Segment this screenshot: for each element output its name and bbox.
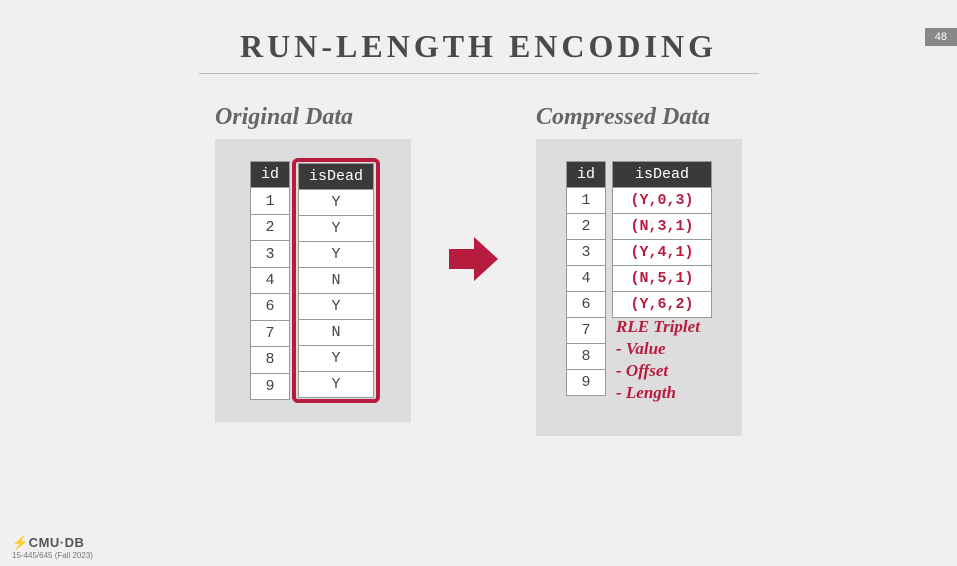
- compressed-isdead-box: isDead (Y,0,3) (N,3,1) (Y,4,1) (N,5,1) (…: [612, 161, 712, 318]
- arrow-container: [446, 104, 501, 414]
- logo-text: ⚡CMU·DB: [12, 535, 93, 551]
- rle-note-title: RLE Triplet: [616, 316, 700, 338]
- original-heading: Original Data: [215, 104, 411, 131]
- cell: Y: [298, 190, 373, 216]
- cell: Y: [298, 346, 373, 372]
- arrow-icon: [446, 234, 501, 284]
- original-section: Original Data id 1 2 3 4 6 7 8 9 isDead: [215, 104, 411, 422]
- cell: 3: [567, 240, 606, 266]
- compressed-heading: Compressed Data: [536, 104, 742, 131]
- cell: N: [298, 268, 373, 294]
- cell: 4: [567, 266, 606, 292]
- rle-note-line: - Length: [616, 382, 700, 404]
- compressed-panel: id 1 2 3 4 6 7 8 9 isDead (Y,0,3) (N,3,1…: [536, 139, 742, 436]
- rle-tuple: (Y,4,1): [613, 240, 712, 266]
- cell: 6: [567, 292, 606, 318]
- logo-subtext: 15-445/645 (Fall 2023): [12, 551, 93, 560]
- cell: N: [298, 320, 373, 346]
- highlighted-column-wrap: isDead Y Y Y N Y N Y Y: [296, 161, 376, 400]
- slide-number: 48: [925, 28, 957, 46]
- cell: 4: [250, 267, 289, 293]
- rle-tuple: (N,3,1): [613, 214, 712, 240]
- compressed-isdead-column: isDead (Y,0,3) (N,3,1) (Y,4,1) (N,5,1) (…: [612, 161, 712, 318]
- cell: 3: [250, 241, 289, 267]
- title-underline: [199, 73, 759, 74]
- rle-tuple: (N,5,1): [613, 266, 712, 292]
- original-isdead-column: isDead Y Y Y N Y N Y Y: [298, 163, 374, 398]
- cell: 2: [250, 214, 289, 240]
- cell: 8: [250, 347, 289, 373]
- footer-logo: ⚡CMU·DB 15-445/645 (Fall 2023): [12, 535, 93, 560]
- cell: 9: [250, 373, 289, 400]
- cell: Y: [298, 294, 373, 320]
- cell: 1: [250, 188, 289, 214]
- cell: 7: [250, 320, 289, 346]
- rle-note-line: - Value: [616, 338, 700, 360]
- cell: 1: [567, 188, 606, 214]
- cell: 9: [567, 370, 606, 396]
- content-row: Original Data id 1 2 3 4 6 7 8 9 isDead: [0, 104, 957, 436]
- cell: Y: [298, 216, 373, 242]
- cell: 8: [567, 344, 606, 370]
- cell: 7: [567, 318, 606, 344]
- cell: Y: [298, 242, 373, 268]
- col-header-id: id: [250, 162, 289, 188]
- cell: 6: [250, 294, 289, 320]
- rle-tuple: (Y,0,3): [613, 188, 712, 214]
- compressed-id-column: id 1 2 3 4 6 7 8 9: [566, 161, 606, 396]
- cell: 2: [567, 214, 606, 240]
- rle-tuple: (Y,6,2): [613, 292, 712, 318]
- col-header-isdead: isDead: [613, 162, 712, 188]
- original-panel: id 1 2 3 4 6 7 8 9 isDead Y Y Y: [215, 139, 411, 422]
- col-header-isdead: isDead: [298, 164, 373, 190]
- original-id-column: id 1 2 3 4 6 7 8 9: [250, 161, 290, 400]
- cell: Y: [298, 372, 373, 398]
- slide-title: RUN-LENGTH ENCODING: [0, 28, 957, 65]
- compressed-section: Compressed Data id 1 2 3 4 6 7 8 9 isDea…: [536, 104, 742, 436]
- rle-note-line: - Offset: [616, 360, 700, 382]
- col-header-id: id: [567, 162, 606, 188]
- rle-note: RLE Triplet - Value - Offset - Length: [616, 316, 700, 404]
